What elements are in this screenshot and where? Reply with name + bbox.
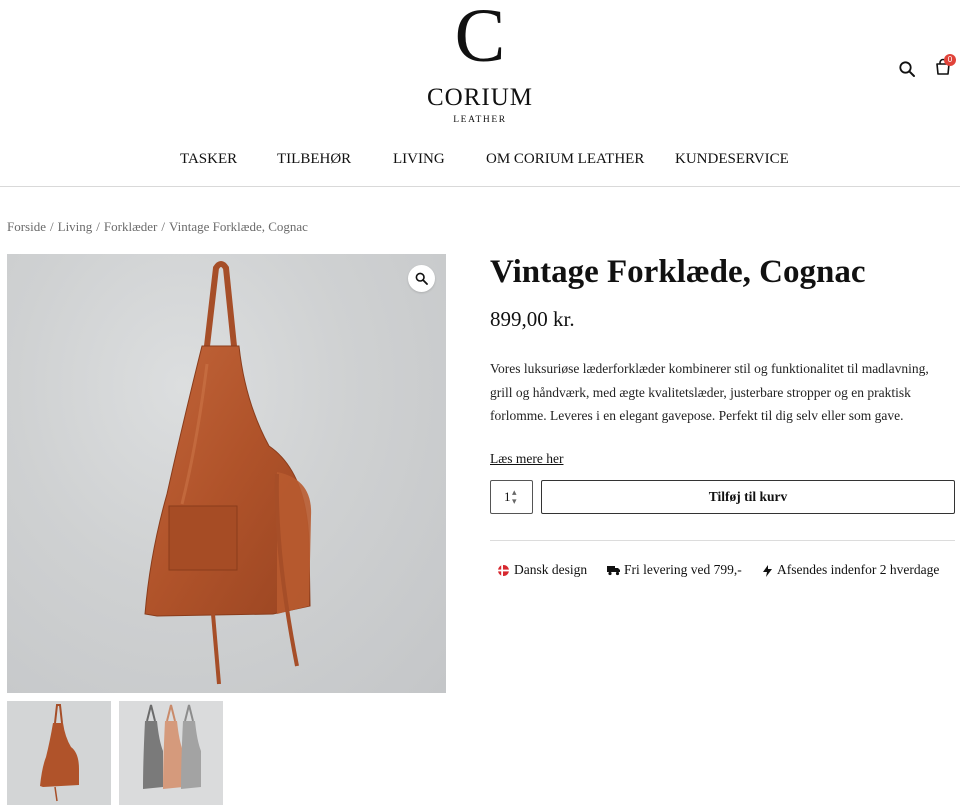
site-header: C CORIUM LEATHER 0 TASKER TILBEHØR LIVIN… xyxy=(0,0,960,187)
breadcrumb-item-home[interactable]: Forside xyxy=(7,219,46,234)
logo-tagline: LEATHER xyxy=(453,115,507,125)
breadcrumb: Forside / Living / Forklæder / Vintage Forklæd… xyxy=(7,219,308,235)
breadcrumb-separator: / xyxy=(50,219,54,234)
nav-item-living[interactable]: LIVING xyxy=(393,151,445,168)
description-line: forlomme. Leveres i en elegant gavepose.… xyxy=(490,408,904,423)
breadcrumb-item-current: Vintage Forklæde, Cognac xyxy=(169,219,308,234)
usp-text: Dansk design xyxy=(514,562,588,577)
breadcrumb-separator: / xyxy=(96,219,100,234)
product-thumbnail-1[interactable] xyxy=(7,701,111,805)
product-description: Vores luksuriøse læderforklæder kombiner… xyxy=(490,357,958,428)
nav-item-tasker[interactable]: TASKER xyxy=(180,151,237,168)
description-line: grill og håndværk, med ægte kvalitetslæd… xyxy=(490,384,911,400)
apron-illustration xyxy=(144,261,312,685)
read-more-link[interactable]: Læs mere her xyxy=(490,451,563,467)
nav-item-tilbehor[interactable]: TILBEHØR xyxy=(277,151,351,168)
description-line: Vores luksuriøse læderforklæder kombiner… xyxy=(490,361,929,376)
product-main-image[interactable] xyxy=(7,254,446,693)
add-to-cart-button[interactable]: Tilføj til kurv xyxy=(541,480,955,514)
logo-letter: C xyxy=(454,0,506,78)
spinner-arrows-icon[interactable]: ▴ ▾ xyxy=(512,488,517,506)
breadcrumb-item-forklaeder[interactable]: Forklæder xyxy=(104,219,157,234)
logo-name: CORIUM xyxy=(426,84,533,111)
logo[interactable]: C CORIUM LEATHER xyxy=(380,0,580,125)
magnifier-icon xyxy=(415,272,428,285)
product-thumbnail-2[interactable] xyxy=(119,701,223,805)
divider xyxy=(490,540,955,541)
cart-count-badge: 0 xyxy=(944,54,956,66)
product-price: 899,00 kr. xyxy=(490,307,575,331)
thumbnail-aprons-variants-image xyxy=(143,704,201,789)
thumbnail-apron-image xyxy=(40,704,79,802)
product-title: Vintage Forklæde, Cognac xyxy=(490,254,866,290)
search-icon[interactable] xyxy=(898,60,916,78)
truck-icon xyxy=(607,566,620,576)
usp-text: Afsendes indenfor 2 hverdage xyxy=(777,562,940,577)
nav-item-kundeservice[interactable]: KUNDESERVICE xyxy=(675,151,789,168)
breadcrumb-separator: / xyxy=(161,219,165,234)
zoom-button[interactable] xyxy=(408,265,435,292)
main-nav: TASKER TILBEHØR LIVING OM CORIUM LEATHER… xyxy=(0,151,960,173)
nav-item-om-corium-leather[interactable]: OM CORIUM LEATHER xyxy=(486,151,644,168)
usp-text: Fri levering ved 799,- xyxy=(624,562,742,577)
breadcrumb-item-living[interactable]: Living xyxy=(58,219,93,234)
quantity-stepper[interactable]: 1 ▴ ▾ xyxy=(490,480,533,514)
lightning-icon xyxy=(763,565,772,577)
header-actions: 0 xyxy=(896,54,960,82)
danish-flag-icon xyxy=(498,565,509,576)
quantity-value: 1 xyxy=(504,489,511,504)
